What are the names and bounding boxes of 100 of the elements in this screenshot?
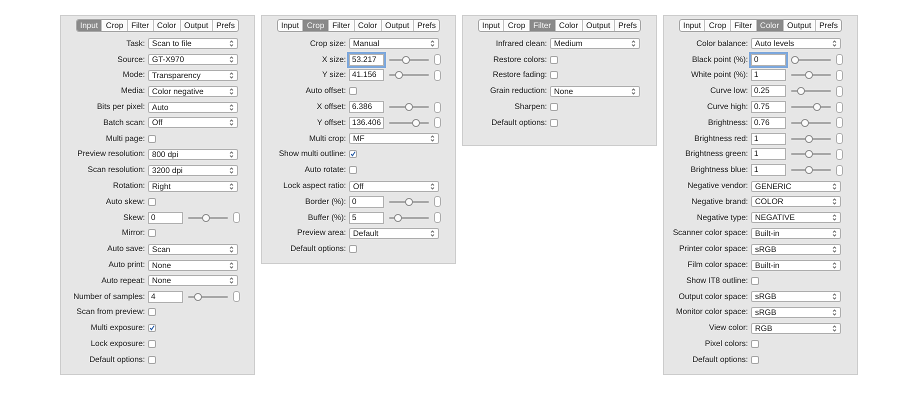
checkbox[interactable]: [550, 56, 558, 64]
dropdown[interactable]: Off: [148, 117, 238, 128]
tab[interactable]: Input: [278, 20, 302, 31]
dropdown[interactable]: Medium: [550, 38, 640, 50]
stepper[interactable]: [434, 212, 441, 224]
slider-thumb[interactable]: [805, 71, 814, 80]
dropdown[interactable]: Auto levels: [751, 38, 841, 50]
dropdown[interactable]: Transparency: [148, 70, 238, 81]
number-field[interactable]: 136.406: [349, 116, 384, 129]
slider-thumb[interactable]: [405, 103, 413, 112]
tab[interactable]: Input: [680, 20, 704, 31]
dropdown[interactable]: GT-X970: [148, 54, 238, 66]
dropdown[interactable]: 800 dpi: [148, 148, 238, 160]
tab[interactable]: Prefs: [212, 20, 238, 31]
stepper[interactable]: [836, 70, 843, 81]
dropdown[interactable]: Default: [349, 228, 439, 239]
dropdown[interactable]: GENERIC: [751, 180, 841, 192]
slider-thumb[interactable]: [194, 292, 202, 301]
tab[interactable]: Input: [478, 20, 504, 31]
dropdown[interactable]: Right: [148, 180, 238, 192]
tab[interactable]: Output: [782, 20, 815, 31]
slider-thumb[interactable]: [805, 134, 814, 143]
number-field[interactable]: 0.25: [751, 85, 786, 98]
checkbox[interactable]: [349, 87, 357, 96]
dropdown[interactable]: Off: [349, 180, 439, 192]
stepper[interactable]: [836, 86, 843, 97]
stepper[interactable]: [836, 117, 843, 128]
slider-thumb[interactable]: [402, 56, 410, 64]
number-field[interactable]: 1: [751, 132, 786, 145]
slider-thumb[interactable]: [405, 198, 413, 206]
checkbox[interactable]: [349, 245, 357, 254]
number-field[interactable]: 41.156: [349, 69, 384, 82]
checkbox[interactable]: [148, 229, 156, 238]
dropdown[interactable]: RGB: [751, 322, 841, 334]
number-field[interactable]: 53.217: [349, 54, 384, 66]
number-field[interactable]: 1: [751, 69, 786, 82]
dropdown[interactable]: Color negative: [148, 86, 238, 97]
dropdown[interactable]: Scan: [148, 244, 238, 255]
checkbox[interactable]: [751, 276, 759, 285]
dropdown[interactable]: COLOR: [751, 196, 841, 208]
tab[interactable]: Filter: [328, 20, 354, 31]
dropdown[interactable]: sRGB: [751, 291, 841, 302]
dropdown[interactable]: sRGB: [751, 306, 841, 318]
dropdown[interactable]: Scan to file: [148, 38, 238, 50]
checkbox[interactable]: [148, 324, 156, 332]
dropdown[interactable]: None: [148, 260, 238, 271]
checkbox[interactable]: [148, 134, 156, 143]
slider-thumb[interactable]: [394, 71, 403, 80]
checkbox[interactable]: [148, 308, 156, 316]
stepper[interactable]: [434, 117, 441, 128]
checkbox[interactable]: [148, 340, 156, 348]
stepper[interactable]: [836, 133, 843, 144]
slider-thumb[interactable]: [800, 118, 809, 127]
number-field[interactable]: 4: [148, 290, 183, 303]
stepper[interactable]: [434, 196, 441, 208]
checkbox[interactable]: [550, 118, 558, 127]
dropdown[interactable]: Built-in: [751, 228, 841, 239]
number-field[interactable]: 0: [751, 54, 786, 66]
slider-thumb[interactable]: [805, 166, 814, 174]
stepper[interactable]: [434, 70, 441, 81]
number-field[interactable]: 5: [349, 212, 384, 224]
dropdown[interactable]: None: [550, 86, 640, 97]
tab[interactable]: Prefs: [814, 20, 842, 31]
number-field[interactable]: 0: [148, 212, 183, 224]
tab[interactable]: Color: [554, 20, 582, 31]
dropdown[interactable]: None: [148, 275, 238, 286]
slider-thumb[interactable]: [797, 87, 806, 96]
tab[interactable]: Filter: [126, 20, 153, 31]
stepper[interactable]: [836, 148, 843, 160]
tab[interactable]: Output: [582, 20, 614, 31]
stepper[interactable]: [434, 102, 441, 113]
number-field[interactable]: 0: [349, 196, 384, 208]
slider-thumb[interactable]: [805, 150, 814, 158]
tab[interactable]: Crop: [101, 20, 127, 31]
checkbox[interactable]: [349, 150, 357, 158]
dropdown[interactable]: MF: [349, 133, 439, 144]
tab[interactable]: Color: [354, 20, 381, 31]
tab[interactable]: Output: [380, 20, 413, 31]
checkbox[interactable]: [751, 356, 759, 364]
checkbox[interactable]: [349, 166, 357, 174]
dropdown[interactable]: Manual: [349, 38, 439, 50]
checkbox[interactable]: [550, 71, 558, 80]
stepper[interactable]: [836, 164, 843, 176]
dropdown[interactable]: Built-in: [751, 260, 841, 271]
number-field[interactable]: 1: [751, 148, 786, 160]
number-field[interactable]: 0.75: [751, 101, 786, 114]
dropdown[interactable]: Auto: [148, 102, 238, 113]
checkbox[interactable]: [148, 356, 156, 364]
tab[interactable]: Prefs: [412, 20, 440, 31]
slider-thumb[interactable]: [813, 103, 822, 112]
tab[interactable]: Prefs: [614, 20, 640, 31]
dropdown[interactable]: sRGB: [751, 244, 841, 255]
dropdown[interactable]: 3200 dpi: [148, 164, 238, 176]
slider-thumb[interactable]: [394, 214, 402, 222]
checkbox[interactable]: [148, 198, 156, 206]
dropdown[interactable]: NEGATIVE: [751, 212, 841, 224]
stepper[interactable]: [233, 212, 240, 224]
tab[interactable]: Color: [152, 20, 180, 31]
number-field[interactable]: 6.386: [349, 101, 384, 114]
stepper[interactable]: [233, 291, 240, 302]
